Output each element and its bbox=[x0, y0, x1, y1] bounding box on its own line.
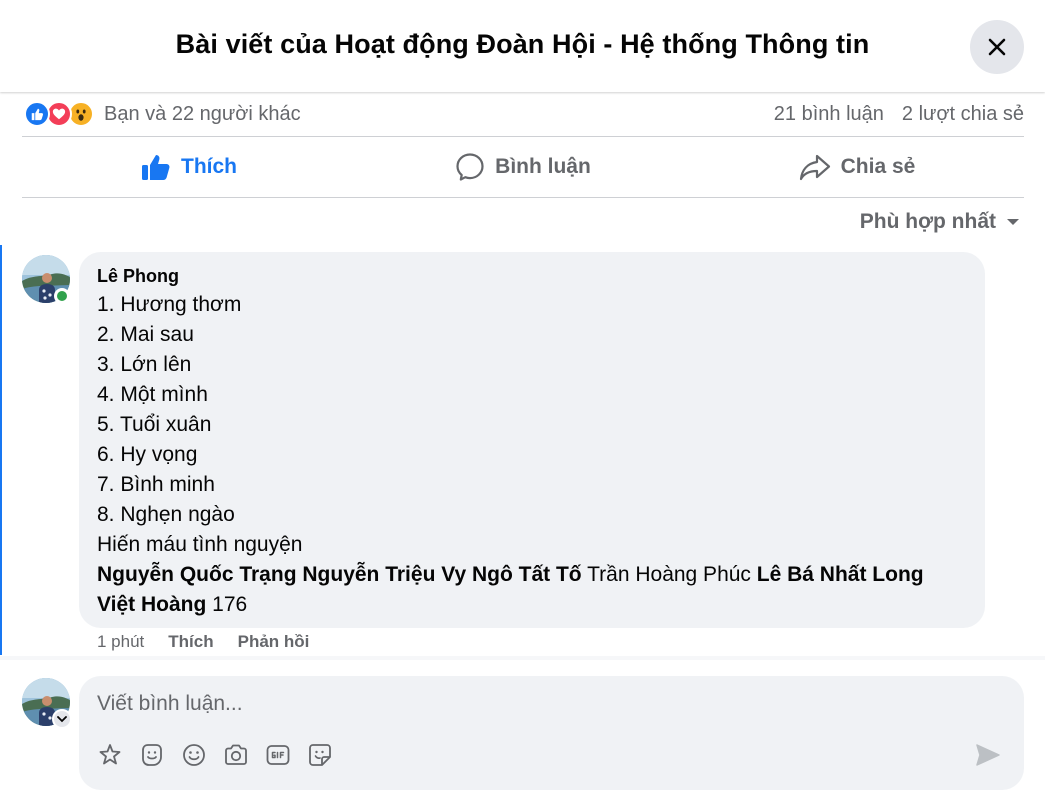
like-button[interactable]: Thích bbox=[22, 137, 356, 197]
comment-button[interactable]: Bình luận bbox=[356, 137, 690, 197]
composer-toolbar bbox=[97, 742, 333, 768]
gif-icon[interactable] bbox=[265, 742, 291, 768]
dialog-header: Bài viết của Hoạt động Đoàn Hội - Hệ thố… bbox=[0, 0, 1045, 92]
sticker-icon[interactable] bbox=[307, 742, 333, 768]
comment-timestamp[interactable]: 1 phút bbox=[97, 632, 144, 652]
sticker-face-icon[interactable] bbox=[139, 742, 165, 768]
post-stats: 21 bình luận 2 lượt chia sẻ bbox=[774, 103, 1024, 126]
camera-icon[interactable] bbox=[223, 742, 249, 768]
post-dialog: Bài viết của Hoạt động Đoàn Hội - Hệ thố… bbox=[0, 0, 1045, 798]
composer-divider bbox=[0, 656, 1045, 660]
caret-down-icon bbox=[1007, 219, 1019, 225]
post-action-bar: Thích Bình luận Chia sẻ bbox=[22, 136, 1024, 198]
comment-line: 6. Hy vọng bbox=[97, 443, 198, 466]
shares-count-link[interactable]: 2 lượt chia sẻ bbox=[902, 103, 1024, 126]
sort-label: Phù hợp nhất bbox=[859, 210, 996, 233]
chevron-down-icon bbox=[57, 716, 67, 723]
avatar-sticker-icon[interactable] bbox=[97, 742, 123, 768]
comment-line: 5. Tuổi xuân bbox=[97, 413, 212, 436]
comment-sort-dropdown[interactable]: Phù hợp nhất bbox=[860, 210, 1020, 234]
comment-composer bbox=[79, 676, 1024, 790]
online-status-dot bbox=[54, 288, 70, 304]
thumbs-up-icon bbox=[142, 155, 170, 180]
comment-line: 7. Bình minh bbox=[97, 473, 215, 496]
share-arrow-icon bbox=[799, 154, 830, 181]
like-button-label: Thích bbox=[181, 155, 237, 178]
comment-reply-link[interactable]: Phản hồi bbox=[238, 632, 310, 652]
comments-count-link[interactable]: 21 bình luận bbox=[774, 103, 884, 126]
speech-bubble-icon bbox=[456, 153, 484, 181]
comment-mentions-line: Nguyễn Quốc Trạng Nguyễn Triệu Vy Ngô Tấ… bbox=[97, 560, 967, 590]
comment-button-label: Bình luận bbox=[495, 155, 591, 178]
like-reaction-icon bbox=[24, 101, 50, 127]
mention-link[interactable]: Nguyễn Quốc Trạng bbox=[97, 563, 297, 586]
close-button[interactable] bbox=[970, 20, 1024, 74]
reactions-summary-row: Bạn và 22 người khác 21 bình luận 2 lượt… bbox=[24, 92, 1024, 136]
mention-link[interactable]: Ngô Tất Tố bbox=[472, 563, 582, 586]
comment-author-name[interactable]: Lê Phong bbox=[97, 264, 967, 288]
dialog-title: Bài viết của Hoạt động Đoàn Hội - Hệ thố… bbox=[175, 29, 870, 59]
comment-line: 2. Mai sau bbox=[97, 323, 194, 346]
comment-trailing-text: 176 bbox=[212, 593, 248, 616]
send-icon[interactable] bbox=[973, 742, 1003, 768]
comment-like-link[interactable]: Thích bbox=[168, 632, 213, 652]
reaction-icons[interactable] bbox=[24, 101, 94, 127]
mention-plain-text: Trần Hoàng Phúc bbox=[587, 563, 751, 586]
thread-highlight-bar bbox=[0, 245, 2, 655]
share-button[interactable]: Chia sẻ bbox=[690, 137, 1024, 197]
comment-line: 4. Một mình bbox=[97, 383, 208, 406]
comment-line: 3. Lớn lên bbox=[97, 353, 192, 376]
comment-line: 1. Hương thơm bbox=[97, 293, 242, 316]
mention-link[interactable]: Nguyễn Triệu Vy bbox=[302, 563, 466, 586]
share-button-label: Chia sẻ bbox=[840, 155, 916, 178]
comment-line: 8. Nghẹn ngào bbox=[97, 503, 235, 526]
mention-link[interactable]: Lê Bá Nhất Long bbox=[757, 563, 924, 586]
comment-input[interactable] bbox=[97, 692, 977, 716]
profile-switch-caret[interactable] bbox=[52, 709, 72, 729]
comment-bubble: Lê Phong 1. Hương thơm 2. Mai sau 3. Lớn… bbox=[79, 252, 985, 628]
comment-meta-row: 1 phút Thích Phản hồi bbox=[97, 632, 309, 652]
comment-line: Hiến máu tình nguyện bbox=[97, 533, 303, 556]
emoji-icon[interactable] bbox=[181, 742, 207, 768]
mention-link[interactable]: Việt Hoàng bbox=[97, 593, 206, 616]
close-icon bbox=[988, 38, 1006, 56]
reactions-summary-text[interactable]: Bạn và 22 người khác bbox=[104, 103, 301, 126]
comment-mentions-line: Việt Hoàng 176 bbox=[97, 590, 967, 620]
